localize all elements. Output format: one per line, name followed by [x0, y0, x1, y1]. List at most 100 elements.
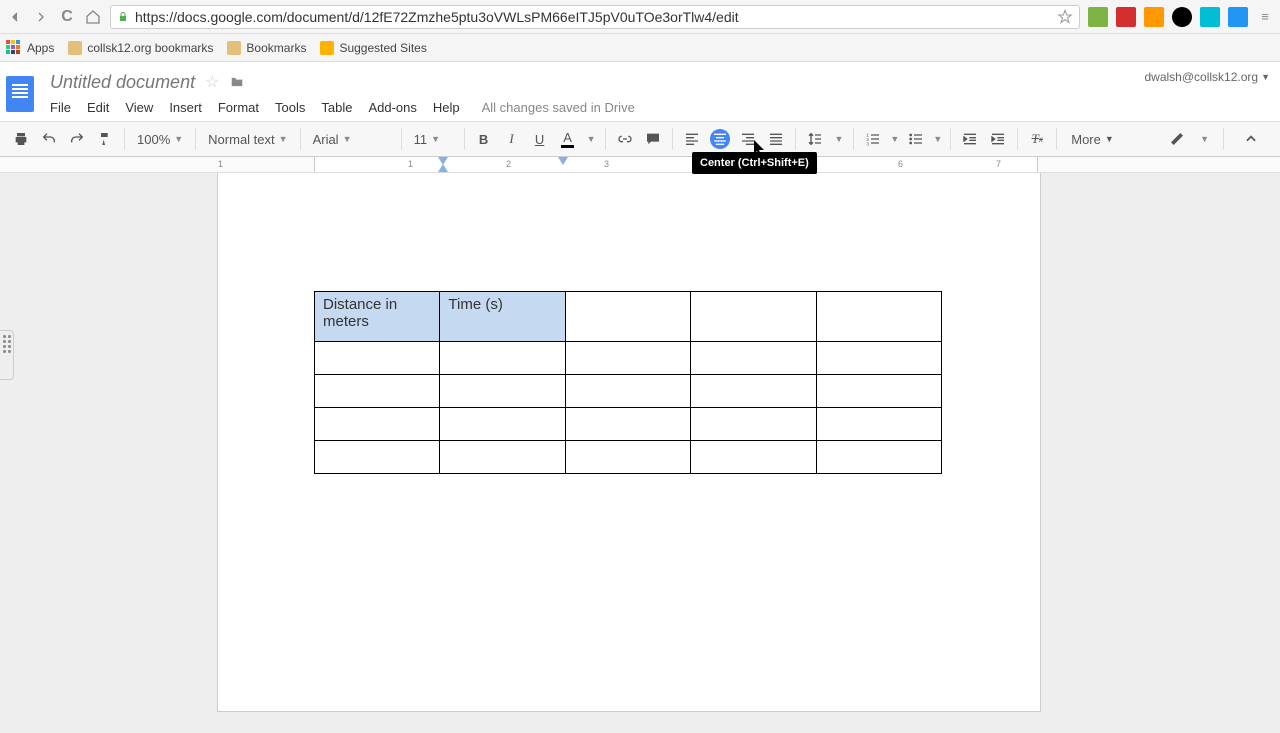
- extension-icon[interactable]: [1088, 7, 1108, 27]
- menu-help[interactable]: Help: [433, 100, 460, 115]
- apps-button[interactable]: Apps: [6, 40, 54, 56]
- table-cell[interactable]: [691, 375, 816, 408]
- paint-format-button[interactable]: [92, 126, 118, 152]
- back-button[interactable]: [6, 8, 24, 26]
- font-dropdown[interactable]: Arial▼: [307, 126, 395, 152]
- indent-marker-icon[interactable]: [438, 164, 448, 172]
- extension-icon[interactable]: [1228, 7, 1248, 27]
- redo-button[interactable]: [64, 126, 90, 152]
- font-size-dropdown[interactable]: 11▼: [408, 126, 458, 152]
- clear-formatting-button[interactable]: Tx: [1024, 126, 1050, 152]
- line-spacing-caret[interactable]: ▼: [830, 134, 847, 144]
- extension-icon[interactable]: [1172, 7, 1192, 27]
- align-center-button[interactable]: [707, 126, 733, 152]
- table-cell[interactable]: [691, 342, 816, 375]
- table-cell[interactable]: Time (s): [440, 292, 565, 342]
- menu-table[interactable]: Table: [321, 100, 352, 115]
- table-cell[interactable]: [440, 441, 565, 474]
- bulleted-list-caret[interactable]: ▼: [931, 134, 944, 144]
- table-cell[interactable]: [315, 408, 440, 441]
- home-button[interactable]: [84, 8, 102, 26]
- star-icon[interactable]: ☆: [205, 72, 219, 92]
- menu-insert[interactable]: Insert: [169, 100, 202, 115]
- address-bar[interactable]: https://docs.google.com/document/d/12fE7…: [110, 5, 1080, 29]
- table-cell[interactable]: [565, 292, 690, 342]
- table-cell[interactable]: [816, 292, 941, 342]
- table-cell[interactable]: [816, 441, 941, 474]
- folder-icon[interactable]: [229, 75, 245, 89]
- table-cell[interactable]: [565, 441, 690, 474]
- menu-view[interactable]: View: [125, 100, 153, 115]
- bold-button[interactable]: B: [471, 126, 497, 152]
- table-cell[interactable]: [440, 408, 565, 441]
- table-cell[interactable]: [565, 342, 690, 375]
- indent-marker-icon[interactable]: [558, 157, 568, 165]
- table-cell[interactable]: [440, 375, 565, 408]
- table-cell[interactable]: [565, 375, 690, 408]
- extension-icon[interactable]: [1200, 7, 1220, 27]
- italic-button[interactable]: I: [499, 126, 525, 152]
- increase-indent-button[interactable]: [985, 126, 1011, 152]
- table-row[interactable]: [315, 441, 942, 474]
- bookmark-star-icon[interactable]: [1057, 9, 1073, 25]
- underline-button[interactable]: U: [527, 126, 553, 152]
- explore-tab[interactable]: [0, 330, 14, 380]
- table-row[interactable]: [315, 342, 942, 375]
- table-cell[interactable]: [691, 408, 816, 441]
- reload-button[interactable]: C: [58, 8, 76, 26]
- editing-mode-caret[interactable]: ▼: [1200, 134, 1209, 144]
- decrease-indent-button[interactable]: [957, 126, 983, 152]
- bulleted-list-button[interactable]: [903, 126, 929, 152]
- numbered-list-button[interactable]: 123: [860, 126, 886, 152]
- table-cell[interactable]: [691, 441, 816, 474]
- table-cell[interactable]: [315, 375, 440, 408]
- table-row[interactable]: [315, 408, 942, 441]
- extension-icon[interactable]: [1116, 7, 1136, 27]
- table-row[interactable]: Distance in meters Time (s): [315, 292, 942, 342]
- forward-button[interactable]: [32, 8, 50, 26]
- table-cell[interactable]: [440, 342, 565, 375]
- menu-format[interactable]: Format: [218, 100, 259, 115]
- menu-tools[interactable]: Tools: [275, 100, 305, 115]
- zoom-dropdown[interactable]: 100%▼: [131, 126, 189, 152]
- account-label[interactable]: dwalsh@collsk12.org▼: [1145, 70, 1271, 84]
- table-cell[interactable]: Distance in meters: [315, 292, 440, 342]
- align-right-button[interactable]: [735, 126, 761, 152]
- insert-link-button[interactable]: [612, 126, 638, 152]
- more-button[interactable]: More▼: [1063, 132, 1122, 147]
- bookmark-item[interactable]: collsk12.org bookmarks: [68, 41, 213, 55]
- table-row[interactable]: [315, 375, 942, 408]
- table-cell[interactable]: [816, 408, 941, 441]
- bookmark-item[interactable]: Suggested Sites: [320, 41, 426, 55]
- menu-file[interactable]: File: [50, 100, 71, 115]
- chrome-menu-icon[interactable]: ≡: [1256, 8, 1274, 26]
- document-canvas[interactable]: Distance in meters Time (s): [0, 173, 1280, 733]
- table-cell[interactable]: [816, 342, 941, 375]
- page[interactable]: Distance in meters Time (s): [217, 173, 1041, 712]
- align-justify-button[interactable]: [763, 126, 789, 152]
- print-button[interactable]: [8, 126, 34, 152]
- table-cell[interactable]: [315, 441, 440, 474]
- menu-addons[interactable]: Add-ons: [368, 100, 416, 115]
- numbered-list-caret[interactable]: ▼: [888, 134, 901, 144]
- table-cell[interactable]: [816, 375, 941, 408]
- hide-menus-button[interactable]: [1238, 126, 1264, 152]
- extension-icon[interactable]: [1144, 7, 1164, 27]
- insert-comment-button[interactable]: [640, 126, 666, 152]
- text-color-caret[interactable]: ▼: [583, 134, 600, 144]
- line-spacing-button[interactable]: [802, 126, 828, 152]
- table-cell[interactable]: [315, 342, 440, 375]
- document-table[interactable]: Distance in meters Time (s): [314, 291, 942, 474]
- ruler[interactable]: 1 1 2 3 4 5 6 7: [0, 157, 1280, 173]
- bookmark-item[interactable]: Bookmarks: [227, 41, 306, 55]
- document-title[interactable]: Untitled document: [50, 72, 195, 93]
- editing-mode-button[interactable]: [1164, 126, 1190, 152]
- align-left-button[interactable]: [679, 126, 705, 152]
- table-cell[interactable]: [691, 292, 816, 342]
- docs-logo[interactable]: [0, 68, 40, 121]
- text-color-button[interactable]: A: [555, 126, 581, 152]
- undo-button[interactable]: [36, 126, 62, 152]
- style-dropdown[interactable]: Normal text▼: [202, 126, 293, 152]
- table-cell[interactable]: [565, 408, 690, 441]
- menu-edit[interactable]: Edit: [87, 100, 109, 115]
